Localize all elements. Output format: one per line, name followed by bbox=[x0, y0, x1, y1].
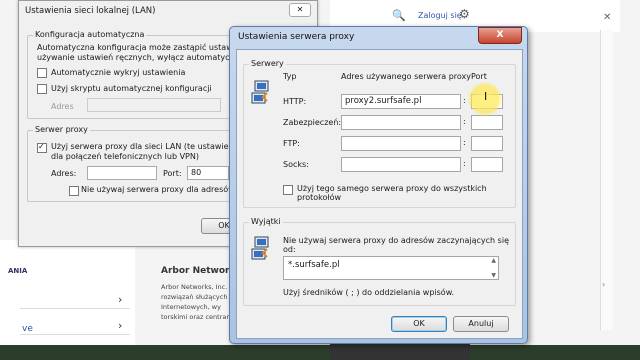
script-address-input[interactable] bbox=[87, 98, 221, 112]
group-label: Konfiguracja automatyczna bbox=[33, 30, 147, 39]
network-exceptions-icon bbox=[251, 236, 269, 260]
colon-separator: : bbox=[463, 159, 466, 168]
group-label: Serwery bbox=[249, 59, 286, 68]
colon-separator: : bbox=[463, 96, 466, 105]
text-cursor-icon: I bbox=[484, 90, 488, 103]
column-header-address: Adres używanego serwera proxy bbox=[341, 72, 471, 81]
company-description: Arbor Networks, Inc. rozwiązań służących… bbox=[161, 283, 235, 321]
address-label: Adres: bbox=[51, 169, 77, 178]
same-proxy-checkbox[interactable] bbox=[283, 185, 293, 195]
exceptions-value: *.surfsafe.pl bbox=[288, 260, 340, 270]
colon-separator: : bbox=[463, 117, 466, 126]
socks-port-input[interactable] bbox=[471, 157, 503, 172]
auto-detect-checkbox[interactable] bbox=[37, 68, 47, 78]
column-header-port: Port bbox=[471, 72, 487, 81]
close-icon[interactable]: ✕ bbox=[603, 12, 611, 23]
ftp-port-input[interactable] bbox=[471, 136, 503, 151]
socks-address-input[interactable] bbox=[341, 157, 461, 172]
secure-port-input[interactable] bbox=[471, 115, 503, 130]
http-address-input[interactable]: proxy2.surfsafe.pl bbox=[341, 94, 461, 109]
column-header-type: Typ bbox=[283, 72, 297, 81]
http-address-value: proxy2.surfsafe.pl bbox=[345, 96, 422, 106]
close-button[interactable]: X bbox=[478, 27, 522, 44]
bypass-local-checkbox[interactable] bbox=[69, 186, 79, 196]
address-label: Adres bbox=[51, 102, 74, 111]
proxy-settings-dialog: Ustawienia serwera proxy X Serwery Typ A… bbox=[229, 26, 528, 344]
sidebar-item[interactable]: › bbox=[20, 292, 130, 309]
exceptions-textarea[interactable]: *.surfsafe.pl ▲ ▼ bbox=[283, 256, 499, 280]
checkbox-label: Automatycznie wykryj ustawienia bbox=[51, 68, 186, 77]
proxy-port-input[interactable]: 80 bbox=[187, 166, 229, 180]
exceptions-description: Nie używaj serwera proxy do adresów zacz… bbox=[283, 236, 509, 254]
sidebar-heading: ANIA bbox=[8, 267, 28, 275]
dialog-title: Ustawienia serwera proxy bbox=[238, 32, 355, 42]
proxy-address-input[interactable] bbox=[87, 166, 157, 180]
chevron-right-icon: › bbox=[118, 319, 123, 332]
scroll-up-icon[interactable]: ▲ bbox=[491, 257, 496, 264]
sidebar-link[interactable]: ve bbox=[22, 324, 33, 334]
scroll-down-icon[interactable]: ▼ bbox=[491, 272, 496, 279]
search-icon[interactable]: 🔍 bbox=[392, 9, 406, 22]
close-button[interactable]: ✕ bbox=[289, 3, 311, 17]
chevron-right-icon: › bbox=[118, 293, 123, 306]
row-label-socks: Socks: bbox=[283, 160, 309, 169]
login-link[interactable]: Zaloguj się bbox=[418, 11, 462, 20]
ok-button[interactable]: OK bbox=[391, 316, 447, 332]
use-script-checkbox[interactable] bbox=[37, 84, 47, 94]
ftp-address-input[interactable] bbox=[341, 136, 461, 151]
semicolon-hint: Użyj średników ( ; ) do oddzielania wpis… bbox=[283, 288, 455, 297]
row-label-ftp: FTP: bbox=[283, 139, 300, 148]
network-computer-icon bbox=[251, 80, 269, 104]
group-label: Serwer proxy bbox=[33, 125, 90, 134]
checkbox-label: Użyj skryptu automatycznej konfiguracji bbox=[51, 84, 212, 93]
port-label: Port: bbox=[163, 169, 182, 178]
colon-separator: : bbox=[463, 138, 466, 147]
row-label-secure: Zabezpieczeń: bbox=[283, 118, 342, 127]
port-value: 80 bbox=[191, 168, 202, 177]
dialog-title: Ustawienia sieci lokalnej (LAN) bbox=[25, 6, 156, 16]
checkbox-label-cont: dla połączeń telefonicznych lub VPN) bbox=[51, 152, 199, 161]
cancel-button[interactable]: Anuluj bbox=[453, 316, 509, 332]
use-proxy-checkbox[interactable] bbox=[37, 142, 47, 153]
checkbox-label: Użyj tego samego serwera proxy do wszyst… bbox=[297, 184, 487, 202]
group-label: Wyjątki bbox=[249, 217, 283, 226]
sidebar-item[interactable]: › bbox=[20, 318, 130, 335]
gear-icon[interactable]: ⚙ bbox=[459, 7, 470, 21]
chevron-right-icon[interactable]: › bbox=[602, 280, 605, 289]
secure-address-input[interactable] bbox=[341, 115, 461, 130]
footer-band bbox=[0, 345, 640, 360]
row-label-http: HTTP: bbox=[283, 97, 307, 106]
